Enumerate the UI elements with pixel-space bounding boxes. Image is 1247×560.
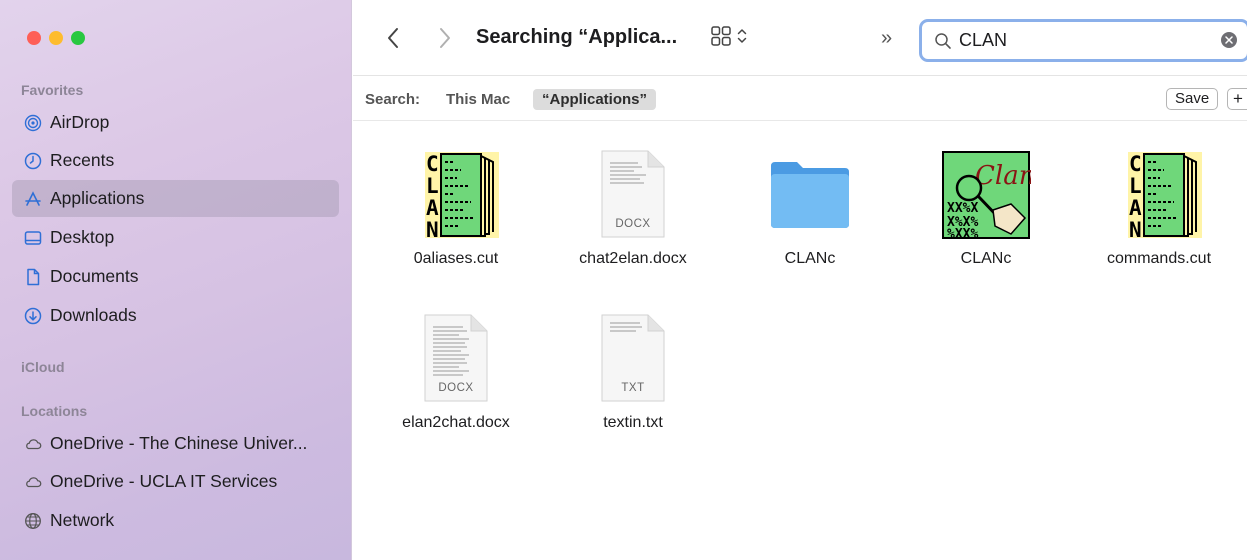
download-icon bbox=[24, 307, 42, 325]
save-search-button[interactable]: Save bbox=[1166, 88, 1219, 110]
sidebar-item-label: AirDrop bbox=[50, 112, 110, 132]
clan-document-icon: C L A N bbox=[411, 148, 501, 240]
file-item[interactable]: C L A N commands.cut bbox=[1089, 148, 1229, 268]
clear-search-button[interactable] bbox=[1221, 32, 1237, 48]
svg-text:C: C bbox=[426, 152, 439, 176]
folder-icon bbox=[765, 148, 855, 240]
clan-logo-text: Clan bbox=[975, 161, 1031, 191]
svg-text:XX%X: XX%X bbox=[947, 201, 978, 216]
search-icon bbox=[935, 32, 951, 49]
desktop-icon bbox=[24, 229, 42, 247]
scope-this-mac[interactable]: This Mac bbox=[446, 91, 510, 108]
globe-icon bbox=[24, 512, 42, 530]
sidebar-item-label: OneDrive - UCLA IT Services bbox=[50, 471, 278, 491]
sidebar-item-applications[interactable]: Applications bbox=[12, 180, 339, 217]
svg-text:L: L bbox=[1129, 174, 1142, 198]
svg-text:C: C bbox=[1129, 152, 1142, 176]
sidebar-item-airdrop[interactable]: AirDrop bbox=[12, 104, 339, 141]
grid-view-icon bbox=[711, 26, 731, 46]
file-type-badge: DOCX bbox=[615, 218, 651, 230]
sidebar: Favorites AirDrop Recents Applications D… bbox=[0, 0, 352, 560]
document-icon bbox=[24, 268, 42, 286]
sidebar-item-documents[interactable]: Documents bbox=[12, 258, 339, 295]
file-name: textin.txt bbox=[603, 414, 663, 431]
chevron-right-icon bbox=[440, 28, 450, 48]
toolbar-overflow-button[interactable]: » bbox=[881, 27, 892, 50]
file-item[interactable]: DOCX elan2chat.docx bbox=[386, 312, 526, 432]
clan-app-icon: Clan XX%X X%X% %XX% bbox=[941, 148, 1031, 240]
favorites-header: Favorites bbox=[21, 82, 84, 98]
close-window-button[interactable] bbox=[27, 31, 41, 45]
file-item[interactable]: Clan XX%X X%X% %XX% CLANc bbox=[916, 148, 1056, 268]
file-name: elan2chat.docx bbox=[402, 414, 510, 431]
file-name: commands.cut bbox=[1106, 250, 1212, 267]
back-button[interactable] bbox=[381, 24, 405, 52]
window-controls bbox=[27, 31, 85, 45]
sidebar-item-network[interactable]: Network bbox=[12, 502, 339, 539]
scope-label: Search: bbox=[365, 91, 421, 108]
close-icon bbox=[1225, 36, 1233, 44]
file-item[interactable]: C L A N 0aliases.cut bbox=[386, 148, 526, 268]
file-name: CLANc bbox=[960, 250, 1012, 267]
sidebar-item-downloads[interactable]: Downloads bbox=[12, 297, 339, 334]
sidebar-item-label: Desktop bbox=[50, 227, 115, 247]
sidebar-item-label: OneDrive - The Chinese Univer... bbox=[50, 433, 308, 453]
file-type-badge: DOCX bbox=[438, 382, 474, 394]
sidebar-item-desktop[interactable]: Desktop bbox=[12, 219, 339, 256]
file-item[interactable]: TXT textin.txt bbox=[563, 312, 703, 432]
svg-text:%XX%: %XX% bbox=[947, 227, 978, 240]
clan-document-icon: C L A N bbox=[1114, 148, 1204, 240]
applications-icon bbox=[24, 190, 42, 208]
minimize-window-button[interactable] bbox=[49, 31, 63, 45]
sidebar-item-label: Recents bbox=[50, 150, 115, 170]
scope-applications[interactable]: “Applications” bbox=[533, 89, 657, 110]
cloud-icon bbox=[24, 473, 42, 491]
cloud-icon bbox=[24, 435, 42, 453]
file-item[interactable]: CLANc bbox=[740, 148, 880, 268]
svg-text:N: N bbox=[1129, 218, 1142, 240]
sidebar-item-label: Downloads bbox=[50, 305, 137, 325]
svg-text:A: A bbox=[426, 196, 439, 220]
sidebar-item-label: Documents bbox=[50, 266, 139, 286]
window-title: Searching “Applica... bbox=[476, 26, 678, 48]
file-item[interactable]: DOCX chat2elan.docx bbox=[563, 148, 703, 268]
chevron-left-icon bbox=[388, 28, 398, 48]
chevron-up-down-icon bbox=[737, 29, 747, 43]
add-criteria-button[interactable]: + bbox=[1227, 88, 1247, 110]
sidebar-item-recents[interactable]: Recents bbox=[12, 142, 339, 179]
sidebar-item-label: Network bbox=[50, 510, 115, 530]
sidebar-item-onedrive-ucla[interactable]: OneDrive - UCLA IT Services bbox=[12, 463, 339, 500]
sidebar-item-label: Applications bbox=[50, 188, 145, 208]
file-name: 0aliases.cut bbox=[413, 250, 499, 267]
toolbar: Searching “Applica... » bbox=[353, 0, 1247, 76]
search-input[interactable] bbox=[959, 30, 1199, 51]
locations-header: Locations bbox=[21, 403, 88, 419]
file-type-badge: TXT bbox=[621, 382, 645, 394]
forward-button[interactable] bbox=[433, 24, 457, 52]
svg-text:A: A bbox=[1129, 196, 1142, 220]
search-field[interactable] bbox=[919, 19, 1247, 62]
view-options-button[interactable] bbox=[710, 25, 748, 47]
search-scope-bar: Search: This Mac “Applications” Save + bbox=[353, 77, 1247, 121]
zoom-window-button[interactable] bbox=[71, 31, 85, 45]
airdrop-icon bbox=[24, 114, 42, 132]
svg-text:L: L bbox=[426, 174, 439, 198]
file-name: chat2elan.docx bbox=[579, 250, 687, 267]
file-name: CLANc bbox=[784, 250, 836, 267]
sidebar-item-onedrive-cuhk[interactable]: OneDrive - The Chinese Univer... bbox=[12, 425, 339, 462]
icloud-header: iCloud bbox=[21, 359, 65, 375]
clock-icon bbox=[24, 152, 42, 170]
svg-text:N: N bbox=[426, 218, 439, 240]
